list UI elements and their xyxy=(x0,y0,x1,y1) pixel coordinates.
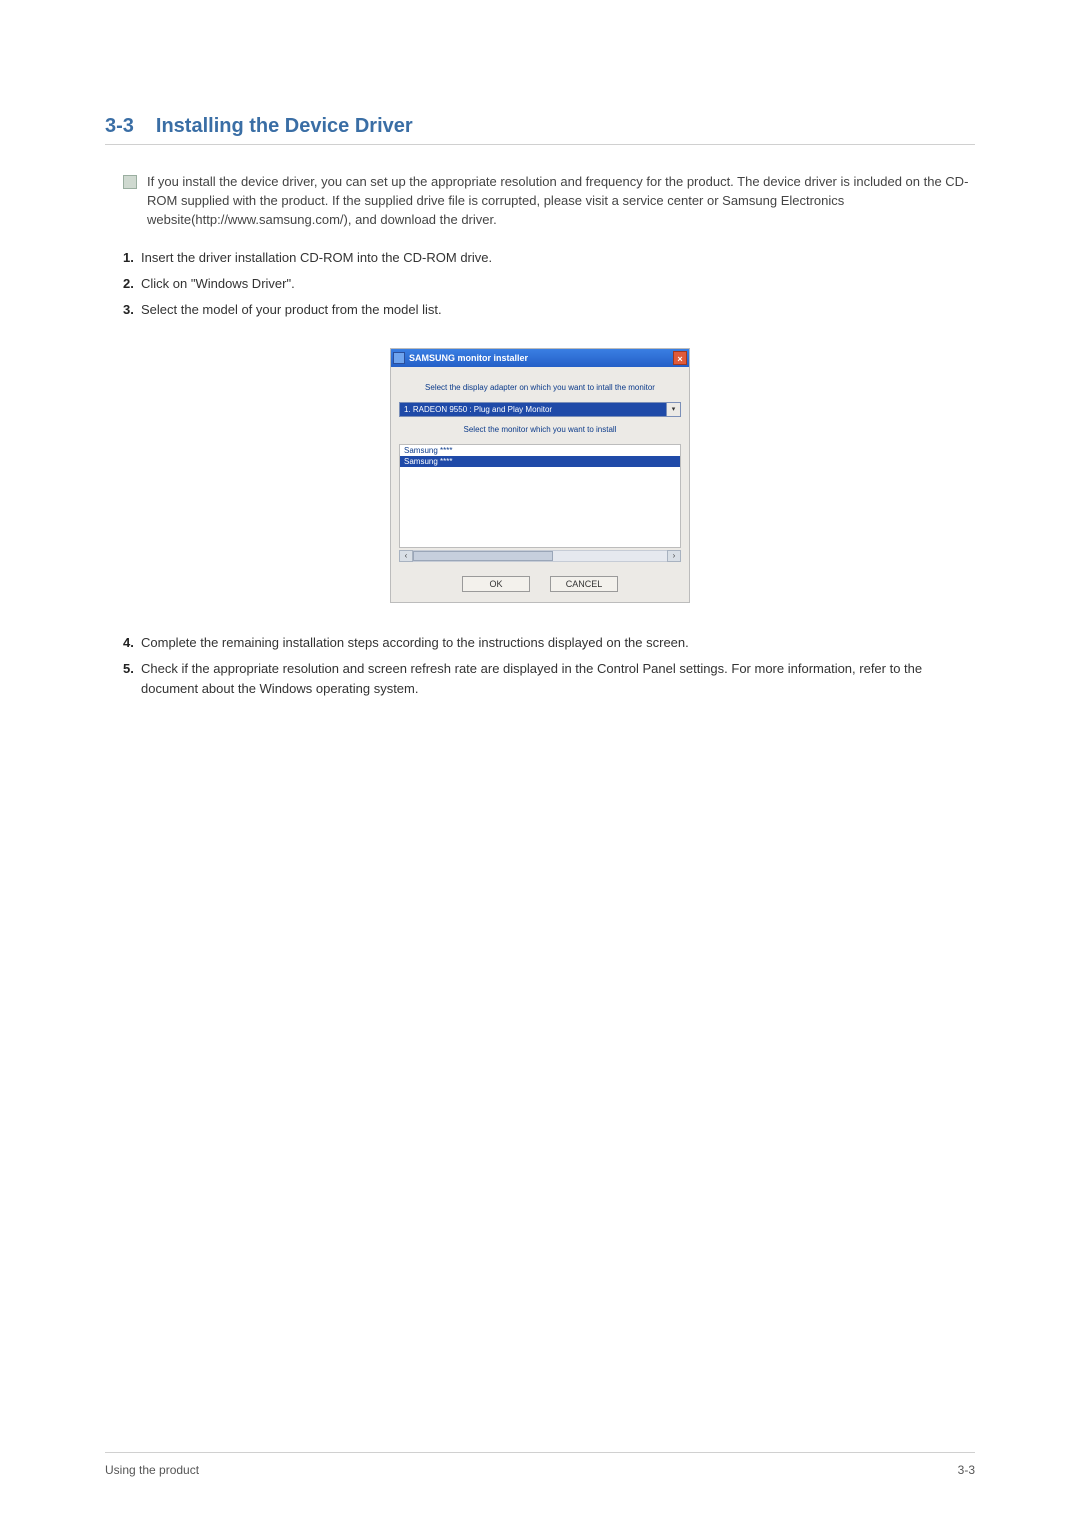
step-item: Click on "Windows Driver". xyxy=(123,274,975,294)
section-title: Installing the Device Driver xyxy=(156,115,413,138)
button-row: OK CANCEL xyxy=(399,576,681,592)
prompt-monitor: Select the monitor which you want to ins… xyxy=(399,425,681,434)
app-icon xyxy=(393,352,405,364)
prompt-adapter: Select the display adapter on which you … xyxy=(399,383,681,392)
close-icon[interactable]: × xyxy=(673,351,687,365)
list-item[interactable]: Samsung **** xyxy=(400,445,680,456)
steps-list-continued: Complete the remaining installation step… xyxy=(123,633,975,699)
scroll-right-icon[interactable]: › xyxy=(667,550,681,562)
step-item: Insert the driver installation CD-ROM in… xyxy=(123,248,975,268)
installer-body: Select the display adapter on which you … xyxy=(391,367,689,602)
note-text: If you install the device driver, you ca… xyxy=(147,173,975,230)
horizontal-scrollbar[interactable]: ‹ › xyxy=(399,550,681,562)
scroll-track[interactable] xyxy=(413,550,667,562)
step-item: Complete the remaining installation step… xyxy=(123,633,975,653)
adapter-selected: 1. RADEON 9550 : Plug and Play Monitor xyxy=(399,402,667,417)
info-icon xyxy=(123,175,137,189)
note-block: If you install the device driver, you ca… xyxy=(123,173,975,230)
adapter-dropdown[interactable]: 1. RADEON 9550 : Plug and Play Monitor ▾ xyxy=(399,402,681,417)
scroll-thumb[interactable] xyxy=(413,551,553,561)
page-footer: Using the product 3-3 xyxy=(105,1452,975,1477)
installer-window: SAMSUNG monitor installer × Select the d… xyxy=(390,348,690,603)
ok-button[interactable]: OK xyxy=(462,576,530,592)
titlebar: SAMSUNG monitor installer × xyxy=(391,349,689,367)
installer-screenshot: SAMSUNG monitor installer × Select the d… xyxy=(105,348,975,603)
cancel-button[interactable]: CANCEL xyxy=(550,576,618,592)
steps-list: Insert the driver installation CD-ROM in… xyxy=(123,248,975,320)
list-item[interactable]: Samsung **** xyxy=(400,456,680,467)
section-heading: 3-3 Installing the Device Driver xyxy=(105,115,975,145)
window-title: SAMSUNG monitor installer xyxy=(409,353,673,363)
scroll-left-icon[interactable]: ‹ xyxy=(399,550,413,562)
footer-right: 3-3 xyxy=(958,1463,975,1477)
step-item: Select the model of your product from th… xyxy=(123,300,975,320)
section-number: 3-3 xyxy=(105,115,134,138)
footer-left: Using the product xyxy=(105,1463,199,1477)
monitor-listbox[interactable]: Samsung **** Samsung **** xyxy=(399,444,681,548)
step-item: Check if the appropriate resolution and … xyxy=(123,659,975,699)
chevron-down-icon[interactable]: ▾ xyxy=(667,402,681,417)
